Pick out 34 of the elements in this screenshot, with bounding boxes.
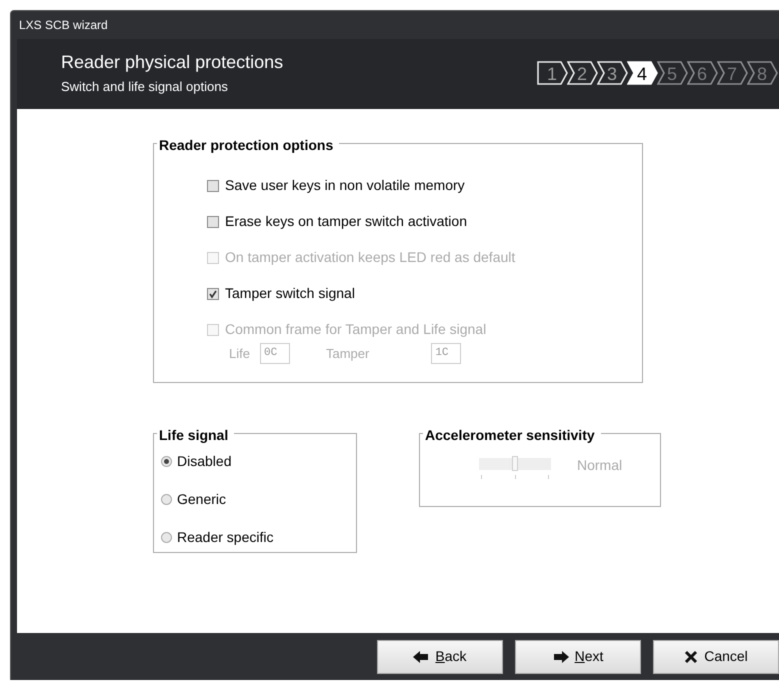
checkbox-label: Tamper switch signal xyxy=(225,284,355,303)
step-indicator: 7 xyxy=(717,61,748,85)
right-arrow-icon xyxy=(552,650,569,662)
step-indicator: 3 xyxy=(597,61,628,85)
step-indicator: 1 xyxy=(537,61,568,85)
step-indicator: 8 xyxy=(747,61,778,85)
radio-button[interactable] xyxy=(161,456,172,467)
close-icon xyxy=(684,650,698,664)
checkbox[interactable] xyxy=(207,216,219,228)
field-label: Tamper xyxy=(326,344,370,363)
radio-label: Reader specific xyxy=(177,528,274,547)
step-indicator: 2 xyxy=(567,61,598,85)
checkbox-label: Save user keys in non volatile memory xyxy=(225,176,465,195)
window-title: LXS SCB wizard xyxy=(19,17,108,34)
checkbox-label: Common frame for Tamper and Life signal xyxy=(225,320,486,339)
step-indicator: 6 xyxy=(687,61,718,85)
checkbox-label: Erase keys on tamper switch activation xyxy=(225,212,467,231)
radio-button[interactable] xyxy=(161,494,172,505)
checkbox-label: On tamper activation keeps LED red as default xyxy=(225,248,516,267)
page-subtitle: Switch and life signal options xyxy=(61,78,229,96)
left-arrow-icon xyxy=(413,650,430,662)
slider-value: Normal xyxy=(577,456,622,475)
radio-label: Generic xyxy=(177,490,226,509)
checkbox[interactable] xyxy=(207,288,219,300)
page-title: Reader physical protections xyxy=(61,51,284,73)
radio-label: Disabled xyxy=(177,452,232,471)
next-button[interactable]: Next xyxy=(515,640,641,674)
checkbox[interactable] xyxy=(207,180,219,192)
step-indicator: 4 xyxy=(627,61,658,85)
radio-button[interactable] xyxy=(161,532,172,543)
field-label: Life xyxy=(229,344,250,363)
step-indicator: 5 xyxy=(657,61,688,85)
cancel-button[interactable]: Cancel xyxy=(653,640,779,674)
back-button[interactable]: Back xyxy=(377,640,503,674)
